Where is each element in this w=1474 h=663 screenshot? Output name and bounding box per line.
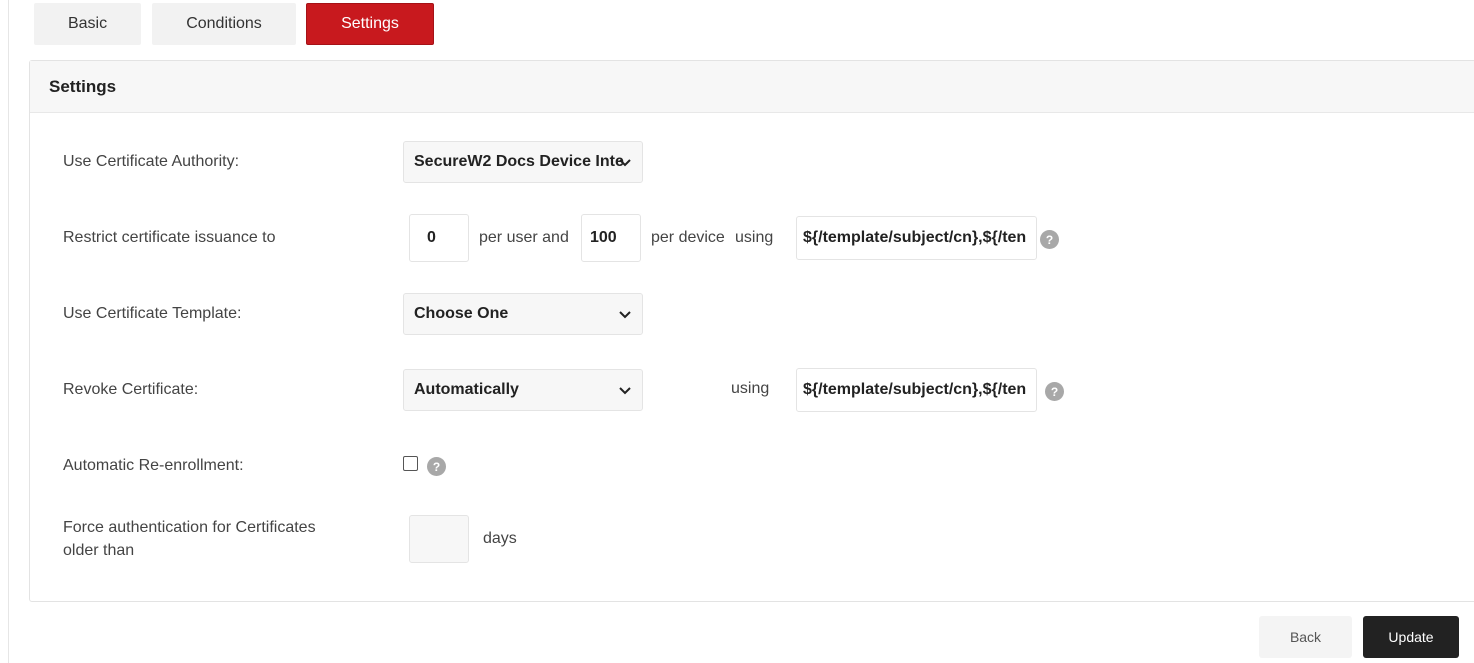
force-label-line2: older than <box>63 542 135 559</box>
tab-settings[interactable]: Settings <box>306 3 434 45</box>
revoke-select-value: Automatically <box>414 381 519 398</box>
chevron-down-icon <box>619 159 631 167</box>
tab-basic[interactable]: Basic <box>34 3 141 45</box>
help-icon[interactable]: ? <box>1045 382 1064 401</box>
restrict-label: Restrict certificate issuance to <box>63 229 276 246</box>
force-days-input[interactable] <box>409 515 469 563</box>
restrict-using-text: using <box>735 229 774 246</box>
template-label: Use Certificate Template: <box>63 305 242 322</box>
reenroll-checkbox[interactable] <box>403 456 418 471</box>
ca-select-value: SecureW2 Docs Device Inte <box>414 153 624 170</box>
template-select-value: Choose One <box>414 305 509 322</box>
left-divider <box>8 0 9 663</box>
per-device-input[interactable]: 100 <box>581 214 641 262</box>
revoke-label: Revoke Certificate: <box>63 381 199 398</box>
back-button[interactable]: Back <box>1259 616 1352 658</box>
chevron-down-icon <box>619 311 631 319</box>
help-icon[interactable]: ? <box>1040 230 1059 249</box>
revoke-using-input[interactable]: ${/template/subject/cn},${/ten <box>796 368 1037 412</box>
chevron-down-icon <box>619 387 631 395</box>
help-icon[interactable]: ? <box>427 457 446 476</box>
force-label-line1: Force authentication for Certificates <box>63 519 316 536</box>
reenroll-label: Automatic Re-enrollment: <box>63 457 244 474</box>
ca-label: Use Certificate Authority: <box>63 153 240 170</box>
update-button[interactable]: Update <box>1363 616 1459 658</box>
per-user-input[interactable]: 0 <box>409 214 469 262</box>
restrict-using-input[interactable]: ${/template/subject/cn},${/ten <box>796 216 1037 260</box>
days-text: days <box>483 530 517 547</box>
ca-select[interactable]: SecureW2 Docs Device Inte <box>403 141 643 183</box>
template-select[interactable]: Choose One <box>403 293 643 335</box>
revoke-using-text: using <box>731 380 770 397</box>
panel-title: Settings <box>30 61 1474 113</box>
tab-conditions[interactable]: Conditions <box>152 3 296 45</box>
per-user-text: per user and <box>479 229 569 246</box>
per-device-text: per device <box>651 229 725 246</box>
revoke-select[interactable]: Automatically <box>403 369 643 411</box>
